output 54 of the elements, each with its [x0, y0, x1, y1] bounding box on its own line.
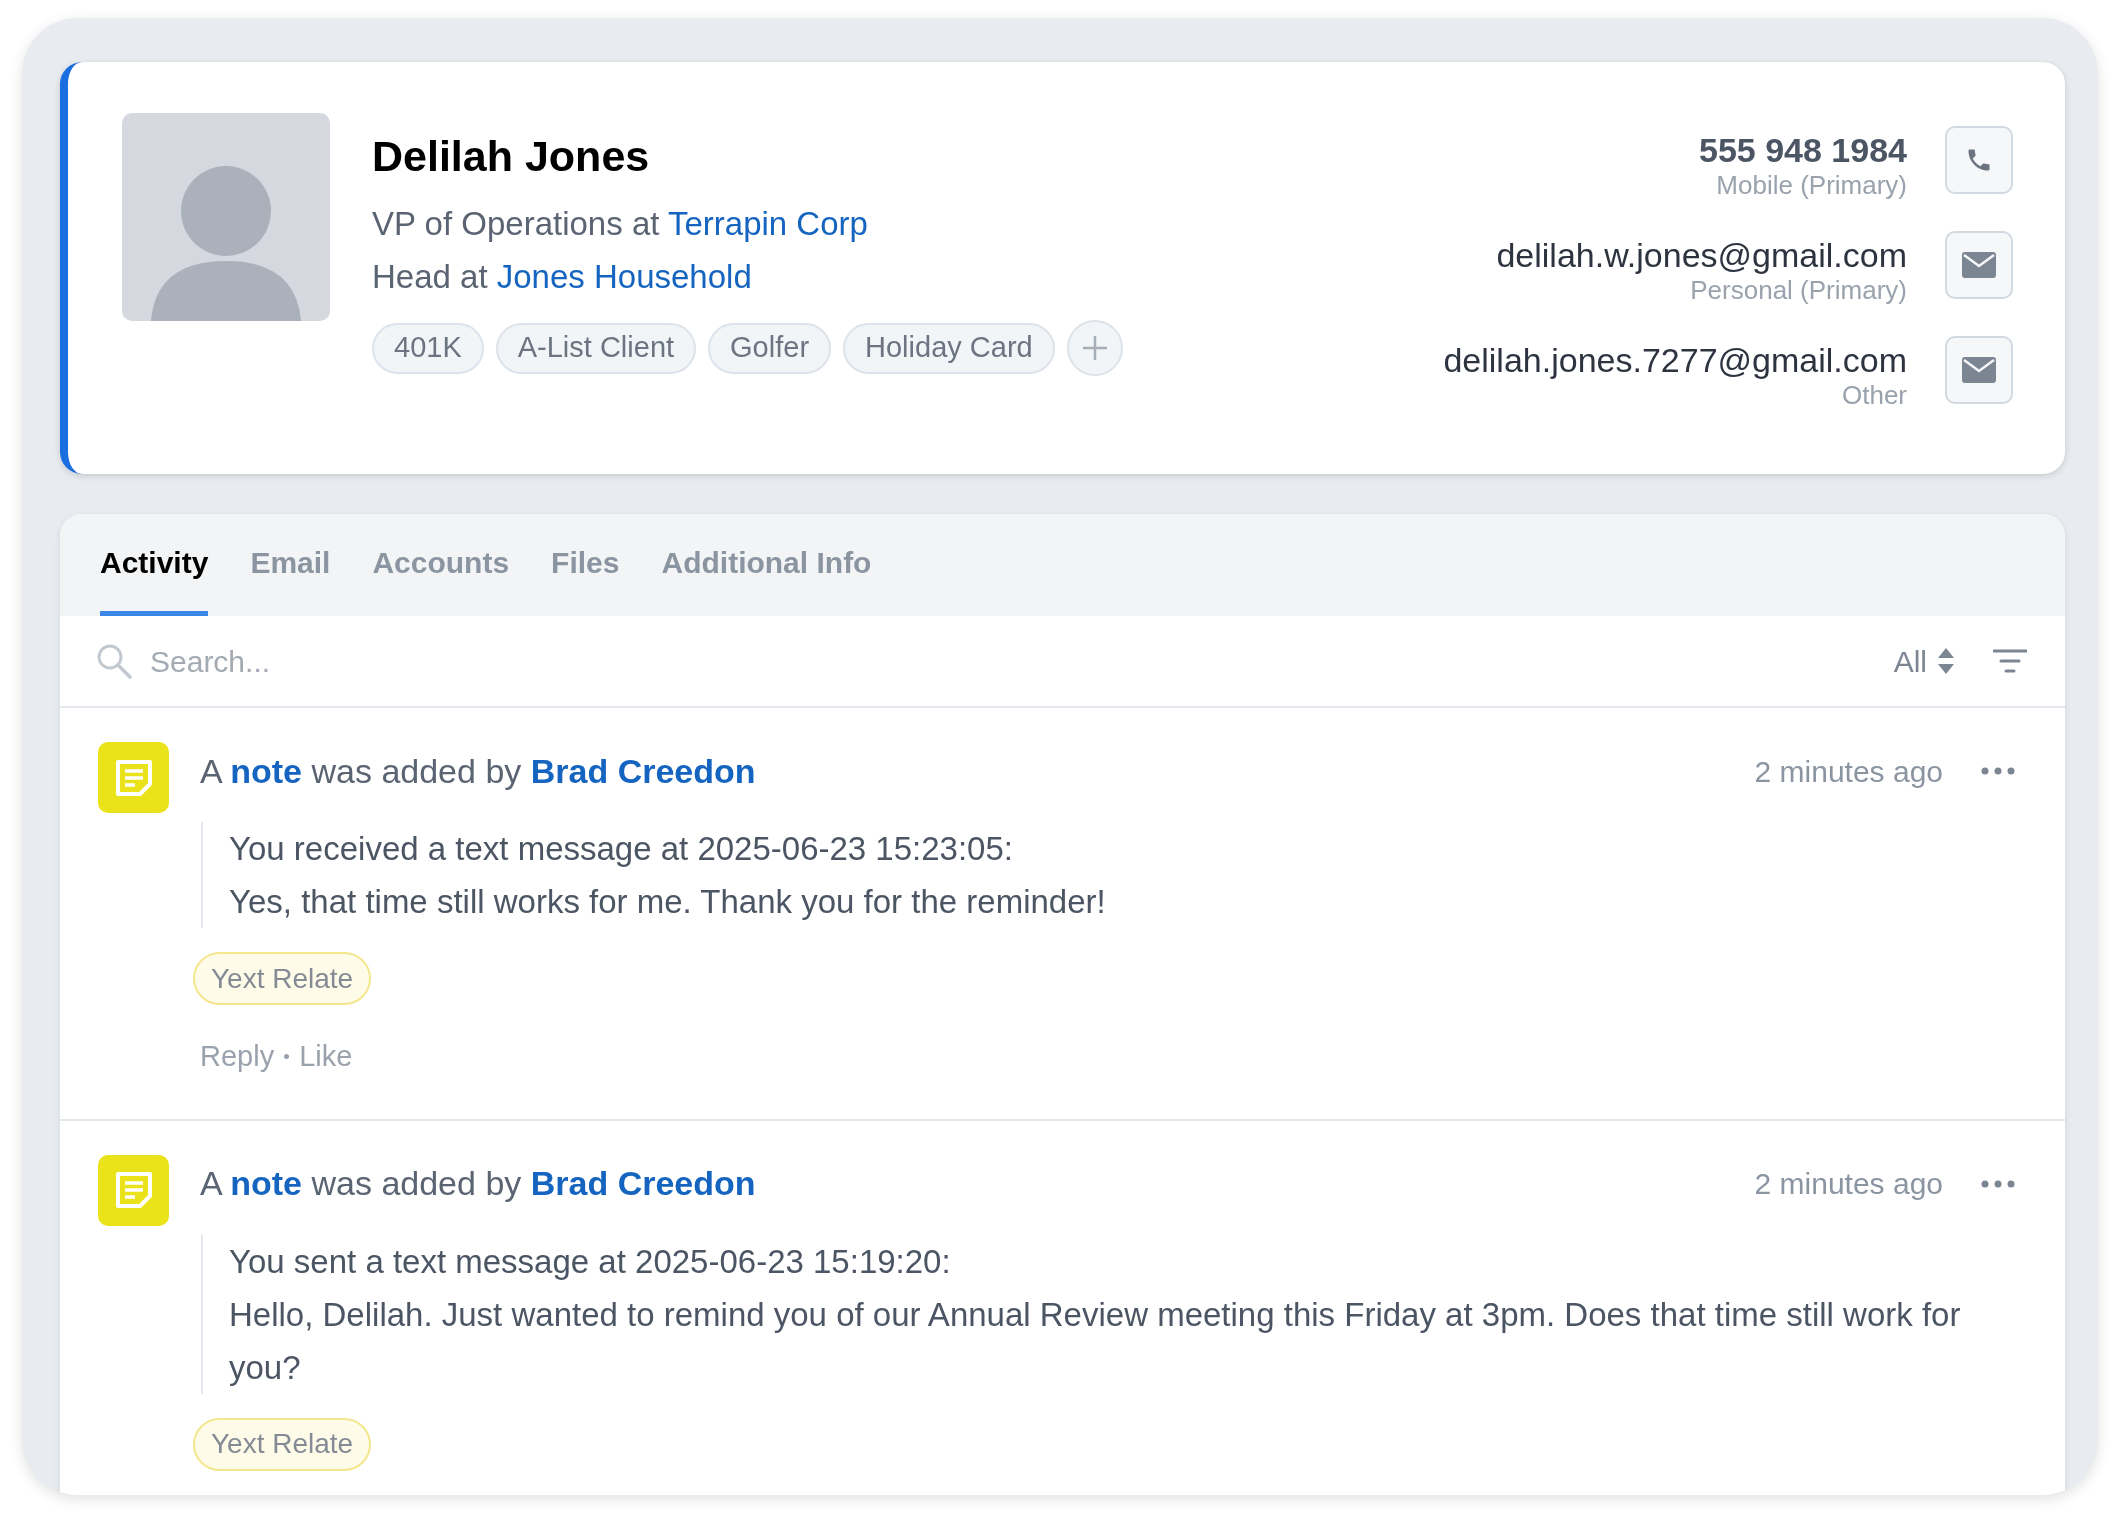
- note-icon: [98, 1154, 169, 1226]
- action-link[interactable]: Like: [299, 1035, 353, 1079]
- ellipsis-icon: [1981, 1179, 2015, 1188]
- organization-link[interactable]: Terrapin Corp: [667, 205, 868, 242]
- contact-label: Personal (Primary): [1690, 275, 1907, 305]
- email-button[interactable]: [1945, 336, 2013, 404]
- filter-dropdown[interactable]: All: [1893, 638, 1955, 684]
- phone-number: 555 948 1984: [1699, 130, 1907, 170]
- sort-arrows-icon: [1937, 648, 1955, 674]
- organization-link[interactable]: Jones Household: [496, 258, 752, 295]
- tab[interactable]: Email: [250, 514, 331, 616]
- message-text: You received a text message at 2025-06-23 15:23:05:: [229, 829, 1014, 869]
- note-link[interactable]: note: [230, 1164, 303, 1202]
- tag[interactable]: 401K: [372, 322, 484, 374]
- author-link[interactable]: Brad Creedon: [530, 751, 756, 790]
- ellipsis-icon: [1981, 767, 2015, 775]
- envelope-icon: [1962, 252, 1996, 278]
- search-icon: [95, 642, 133, 680]
- email-button[interactable]: [1945, 231, 2013, 299]
- timestamp: 2 minutes ago: [1754, 753, 1943, 790]
- message-text: Yes, that time still works for me. Thank you for the reminder!: [229, 882, 1107, 922]
- timestamp: 2 minutes ago: [1754, 1166, 1943, 1202]
- tag[interactable]: Holiday Card: [843, 322, 1055, 374]
- search-field[interactable]: Search...: [150, 638, 1894, 684]
- contact-name: Delilah Jones: [372, 131, 651, 182]
- activity-title: A note was added by Brad Creedon: [200, 1163, 756, 1204]
- action-link[interactable]: Reply: [200, 1035, 275, 1079]
- contact-label: Mobile (Primary): [1716, 170, 1907, 200]
- source-tag: Yext Relate: [193, 952, 372, 1005]
- note-icon: [98, 742, 169, 813]
- tab[interactable]: Activity: [100, 514, 209, 616]
- filter-icon[interactable]: [1993, 648, 2027, 674]
- note-link[interactable]: note: [230, 751, 303, 790]
- call-button[interactable]: [1945, 126, 2013, 194]
- tab[interactable]: Files: [551, 514, 620, 616]
- message-text: You sent a text message at 2025-06-23 15:19:20:: [229, 1241, 952, 1282]
- email-address: delilah.w.jones@gmail.com: [1496, 235, 1907, 275]
- contact-label: Other: [1841, 380, 1907, 410]
- email-address: delilah.jones.7277@gmail.com: [1443, 340, 1907, 380]
- plus-icon: [1081, 335, 1108, 361]
- tab[interactable]: Additional Info: [661, 514, 872, 616]
- dot-separator: [284, 1054, 290, 1060]
- role-line: VP of Operations at Terrapin Corp: [372, 204, 869, 244]
- message-text: Hello, Delilah. Just wanted to remind you of our Annual Review meeting this Friday at 3pm. Does that time still work for you?: [229, 1294, 1962, 1388]
- envelope-icon: [1962, 357, 1996, 383]
- source-tag: Yext Relate: [193, 1417, 372, 1471]
- tag[interactable]: Golfer: [708, 322, 832, 374]
- role-line: Head at Jones Household: [372, 257, 753, 297]
- more-options-button[interactable]: [1981, 1178, 2015, 1189]
- tag[interactable]: A-List Client: [495, 322, 697, 374]
- activity-title: A note was added by Brad Creedon: [200, 750, 756, 792]
- tab[interactable]: Accounts: [372, 514, 510, 616]
- more-options-button[interactable]: [1981, 766, 2015, 776]
- author-link[interactable]: Brad Creedon: [530, 1164, 756, 1202]
